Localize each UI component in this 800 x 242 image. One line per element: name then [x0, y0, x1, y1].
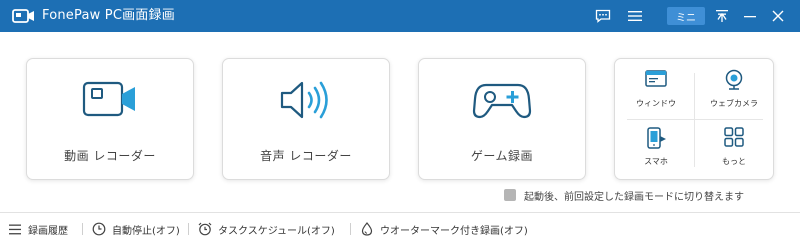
clock-icon	[92, 222, 106, 236]
task-schedule-label: タスクスケジュール(オフ)	[218, 225, 335, 237]
game-recorder-card[interactable]: ゲーム録画	[418, 58, 586, 180]
feedback-button[interactable]	[592, 6, 614, 26]
watermark-recording-button[interactable]: ウオーターマーク付き録画(オフ)	[360, 221, 528, 237]
mini-mode-button[interactable]: ミニ	[667, 7, 705, 25]
minimize-button[interactable]	[740, 6, 760, 26]
menu-button[interactable]	[624, 6, 646, 26]
phone-icon	[647, 127, 666, 149]
app-title: FonePaw PC画面録画	[42, 8, 175, 23]
title-bar: FonePaw PC画面録画 ミニ	[0, 0, 800, 32]
phone-label: スマホ	[644, 157, 668, 166]
phone-recorder-tile[interactable]: スマホ	[617, 119, 695, 179]
pin-icon	[716, 10, 728, 22]
task-schedule-button[interactable]: タスクスケジュール(オフ)	[198, 221, 335, 237]
more-label: もっと	[722, 157, 746, 166]
more-modes-panel: ウィンドウ ウェブカメラ スマホ もっと	[614, 58, 774, 180]
footer-separator	[188, 223, 189, 235]
footer-bar: 録画履歴 自動停止(オフ) タスクスケジュール(オフ) ウオーターマーク付き録画…	[0, 212, 800, 242]
close-icon	[772, 10, 784, 22]
auto-stop-label: 自動停止(オフ)	[112, 225, 180, 237]
chat-icon	[595, 9, 611, 23]
webcam-label: ウェブカメラ	[710, 99, 758, 108]
gamepad-icon	[472, 83, 532, 119]
recording-history-label: 録画履歴	[28, 225, 68, 237]
grid-icon	[724, 127, 744, 147]
app-logo-icon	[12, 9, 34, 23]
audio-recorder-card[interactable]: 音声 レコーダー	[222, 58, 390, 180]
hamburger-icon	[628, 11, 642, 21]
footer-separator	[82, 223, 83, 235]
webcam-icon	[725, 69, 743, 90]
audio-recorder-label: 音声 レコーダー	[260, 149, 352, 163]
window-label: ウィンドウ	[636, 99, 676, 108]
close-button[interactable]	[768, 6, 788, 26]
video-recorder-card[interactable]: 動画 レコーダー	[26, 58, 194, 180]
more-tools-tile[interactable]: もっと	[695, 119, 773, 179]
game-recorder-label: ゲーム録画	[470, 149, 534, 163]
recording-history-button[interactable]: 録画履歴	[8, 221, 68, 237]
remember-mode-option: 起動後、前回設定した録画モードに切り替えます	[504, 188, 744, 203]
speaker-icon	[280, 81, 328, 119]
minimize-icon	[744, 16, 756, 18]
webcam-recorder-tile[interactable]: ウェブカメラ	[695, 61, 773, 121]
pin-button[interactable]	[712, 6, 732, 26]
remember-mode-checkbox[interactable]	[504, 189, 516, 201]
footer-separator	[350, 223, 351, 235]
water-drop-icon	[360, 222, 374, 236]
window-recorder-tile[interactable]: ウィンドウ	[617, 61, 695, 121]
video-recorder-label: 動画 レコーダー	[64, 149, 156, 163]
video-camera-icon	[82, 81, 135, 117]
alarm-clock-icon	[198, 222, 212, 236]
watermark-recording-label: ウオーターマーク付き録画(オフ)	[380, 225, 528, 237]
auto-stop-button[interactable]: 自動停止(オフ)	[92, 221, 180, 237]
remember-mode-label: 起動後、前回設定した録画モードに切り替えます	[524, 191, 744, 203]
window-icon	[645, 70, 667, 87]
main-panel: 動画 レコーダー 音声 レコーダー ゲーム録画 ウィンドウ ウェブカメラ スマホ…	[0, 32, 800, 212]
list-icon	[8, 222, 22, 236]
